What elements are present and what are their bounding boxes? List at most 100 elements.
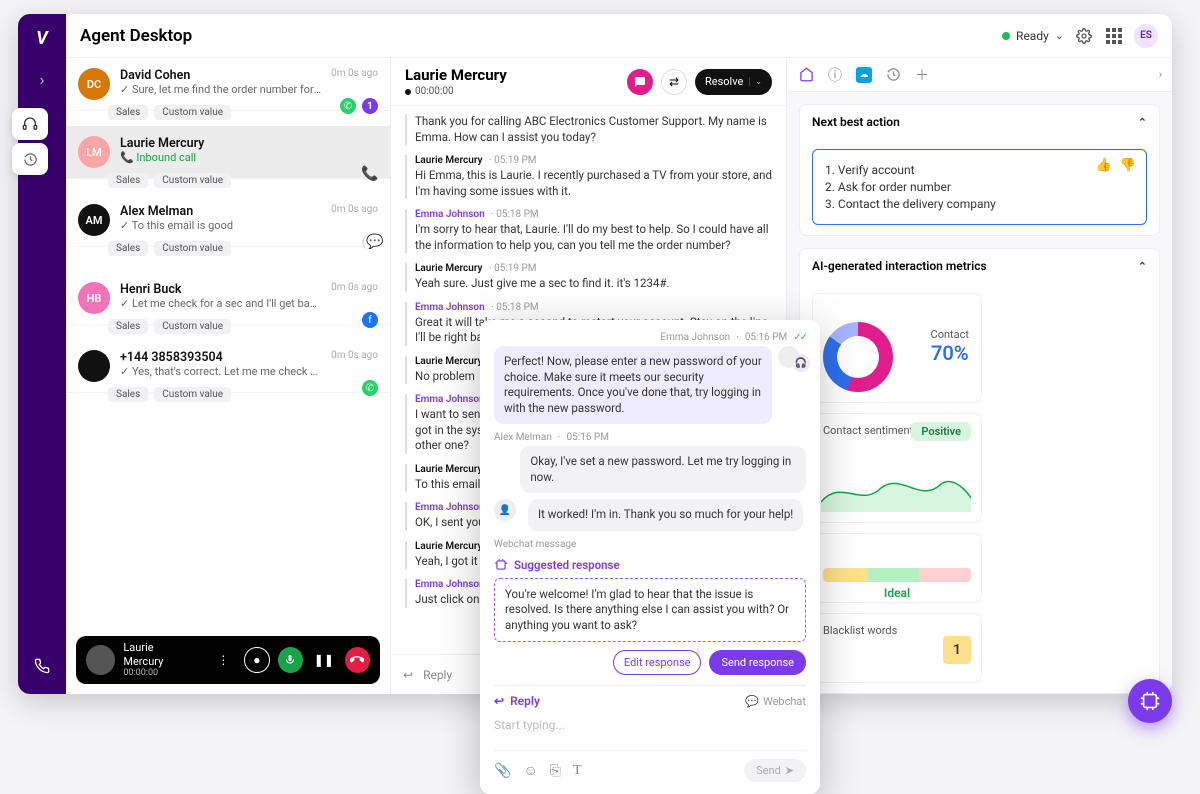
agent-bubble: Perfect! Now, please enter a new passwor… bbox=[494, 346, 772, 424]
blacklist-card: Blacklist words 1 bbox=[812, 613, 982, 683]
message-author: Laurie Mercury bbox=[415, 541, 483, 552]
settings-icon[interactable] bbox=[1074, 26, 1094, 46]
sentiment-card: Contact sentiment Positive bbox=[812, 413, 982, 523]
message-body: Hi Emma, this is Laurie. I recently purc… bbox=[415, 168, 772, 199]
mute-icon[interactable] bbox=[278, 647, 303, 673]
pace-card: Ideal bbox=[812, 533, 982, 603]
status-dot-icon bbox=[1002, 32, 1010, 40]
thumbs-up-icon[interactable]: 👍 bbox=[1096, 158, 1112, 173]
rail-expand-icon[interactable]: › bbox=[28, 65, 56, 93]
attachment-icon[interactable]: 📎 bbox=[494, 763, 511, 779]
tag: Custom value bbox=[154, 387, 231, 402]
conversation-snippet: 📞 Inbound call bbox=[120, 151, 368, 164]
call-timer: 00:00:00 bbox=[405, 86, 507, 97]
channel-indicator[interactable]: 💬Webchat bbox=[745, 695, 806, 708]
call-duration: 00:00:00 bbox=[123, 668, 194, 679]
message-body: Thank you for calling ABC Electronics Cu… bbox=[415, 114, 772, 145]
ai-assist-fab[interactable] bbox=[1128, 679, 1172, 723]
right-content: Next best action⌃ 👍 👎 1. Verify account … bbox=[787, 92, 1172, 694]
message-author: Emma Johnson bbox=[415, 502, 485, 513]
tab-info-icon[interactable]: ⓘ bbox=[828, 65, 842, 85]
nba-suggestions: 👍 👎 1. Verify account 2. Ask for order n… bbox=[812, 149, 1147, 225]
hangup-icon[interactable] bbox=[345, 647, 370, 673]
transcript-message: Laurie Mercury · 05:19 PM Hi Emma, this i… bbox=[405, 155, 772, 199]
metrics-header[interactable]: AI-generated interaction metrics⌃ bbox=[800, 249, 1159, 283]
send-arrow-icon: ➤ bbox=[785, 764, 794, 777]
message-author: Emma Johnson bbox=[415, 579, 485, 590]
send-button[interactable]: Send ➤ bbox=[744, 759, 806, 782]
conversation-name: Alex Melman bbox=[120, 204, 321, 219]
chevron-down-icon[interactable]: ⌄ bbox=[749, 77, 762, 86]
conversation-snippet: ✓ Let me check for a sec and I'll get ba… bbox=[120, 297, 321, 310]
reply-label: Reply bbox=[423, 668, 452, 682]
tab-home-icon[interactable] bbox=[799, 67, 814, 82]
message-time: · 05:19 PM bbox=[487, 263, 537, 274]
resolve-button[interactable]: Resolve⌄ bbox=[695, 69, 772, 95]
nba-header[interactable]: Next best action⌃ bbox=[800, 105, 1159, 139]
transfer-icon[interactable]: ⇄ bbox=[661, 69, 687, 95]
conversation-avatar bbox=[78, 350, 110, 382]
pace-bar bbox=[823, 568, 971, 582]
tab-salesforce-icon[interactable]: ☁ bbox=[856, 67, 872, 83]
call-more-icon[interactable]: ⋮ bbox=[211, 647, 236, 673]
metrics-card: AI-generated interaction metrics⌃ Contac… bbox=[799, 248, 1160, 694]
message-input[interactable] bbox=[494, 708, 806, 750]
phone-icon: 📞 bbox=[362, 166, 378, 182]
emoji-icon[interactable]: ☺ bbox=[523, 762, 537, 779]
user-avatar-icon: 👤 bbox=[494, 499, 516, 521]
status-selector[interactable]: Ready ⌄ bbox=[1002, 29, 1064, 43]
ideal-label: Ideal bbox=[823, 586, 971, 600]
snippet-icon[interactable]: ⎘ bbox=[550, 763, 561, 779]
whatsapp-icon: ✆ bbox=[362, 380, 378, 396]
active-call-bar: Laurie Mercury 00:00:00 ⋮ ● ❚❚ bbox=[76, 636, 380, 684]
conversation-list: DCDavid Cohen✓ Sure, let me find the ord… bbox=[66, 58, 391, 694]
format-icon[interactable]: T bbox=[573, 763, 582, 779]
message-time: · 05:18 PM bbox=[489, 302, 539, 313]
message-time: · 05:19 PM bbox=[487, 155, 537, 166]
page-title: Agent Desktop bbox=[80, 26, 192, 46]
tab-add-icon[interactable]: ＋ bbox=[915, 65, 929, 85]
message-body: Yeah sure. Just give me a sec to find it… bbox=[415, 276, 772, 292]
phone-icon[interactable] bbox=[28, 652, 56, 680]
chat-compose-overlay: Emma Johnson · 05:16 PM ✓✓ Perfect! Now,… bbox=[480, 320, 820, 794]
apps-icon[interactable] bbox=[1104, 26, 1124, 46]
tab-history-icon[interactable] bbox=[886, 67, 901, 82]
contact-percent: 70% bbox=[931, 341, 969, 365]
collapse-panel-icon[interactable]: › bbox=[1159, 68, 1162, 81]
ov-user-time: 05:16 PM bbox=[567, 432, 609, 443]
send-response-button[interactable]: Send response bbox=[709, 650, 806, 675]
compose-toolbar: 📎 ☺ ⎘ T Send ➤ bbox=[494, 750, 806, 782]
logo: V bbox=[36, 28, 47, 49]
conversation-time: 0m 0s ago bbox=[331, 204, 378, 215]
contact-label: Contact bbox=[931, 328, 969, 341]
pie-chart bbox=[823, 322, 893, 392]
tag: Custom value bbox=[154, 105, 231, 120]
message-author: Emma Johnson bbox=[415, 209, 485, 220]
contact-pie-card: Contact 70% bbox=[812, 293, 982, 403]
whatsapp-icon: ✆ bbox=[340, 98, 356, 114]
conversation-snippet: ✓ To this email is good bbox=[120, 219, 321, 232]
user-bubble: It worked! I'm in. Thank you so much for… bbox=[528, 499, 803, 531]
conversation-snippet: ✓ Sure, let me find the order number for… bbox=[120, 83, 321, 96]
headset-tab[interactable] bbox=[12, 108, 48, 140]
message-author: Laurie Mercury bbox=[415, 155, 483, 166]
sentiment-value: Positive bbox=[911, 422, 971, 441]
user-bubble: Okay, I've set a new password. Let me tr… bbox=[520, 446, 806, 493]
thumbs-down-icon[interactable]: 👎 bbox=[1120, 158, 1136, 173]
call-name: Laurie Mercury bbox=[123, 641, 194, 667]
record-icon[interactable]: ● bbox=[244, 647, 270, 673]
topbar: Agent Desktop Ready ⌄ ES bbox=[66, 14, 1172, 58]
edit-response-button[interactable]: Edit response bbox=[613, 650, 702, 675]
user-avatar[interactable]: ES bbox=[1134, 24, 1158, 48]
call-info: Laurie Mercury 00:00:00 bbox=[123, 641, 194, 678]
unread-badge: 1 bbox=[362, 98, 378, 114]
tag: Sales bbox=[108, 173, 148, 188]
right-tabs: ⓘ ☁ ＋ › bbox=[787, 58, 1172, 92]
history-tab[interactable] bbox=[12, 143, 48, 175]
tag: Sales bbox=[108, 387, 148, 402]
pause-icon[interactable]: ❚❚ bbox=[311, 647, 336, 673]
chat-icon[interactable] bbox=[627, 69, 653, 95]
chevron-down-icon: ⌄ bbox=[1055, 29, 1064, 42]
reply-arrow-icon: ↩ bbox=[494, 694, 504, 708]
conversation-name: Laurie Mercury bbox=[120, 136, 368, 151]
